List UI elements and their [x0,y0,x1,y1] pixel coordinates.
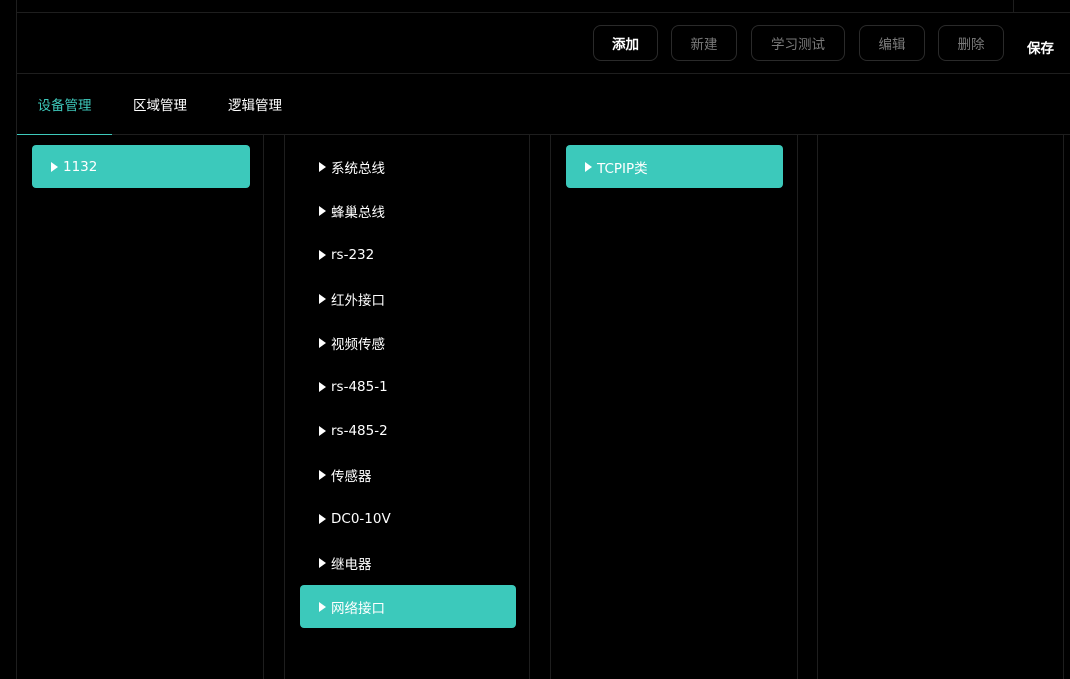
list-item-label: DC0-10V [331,510,391,527]
list-item[interactable]: 视频传感 [300,321,516,364]
list-item[interactable]: rs-485-2 [300,409,516,452]
category-column: TCPIP类 [550,135,798,679]
list-item-label: 1132 [63,158,98,175]
list-item-label: 传感器 [331,468,372,485]
list-item-label: rs-232 [331,246,375,263]
list-item-label: 红外接口 [331,292,385,309]
list-item[interactable]: rs-232 [300,233,516,276]
list-item[interactable]: 传感器 [300,453,516,496]
list-item-label: 继电器 [331,556,372,573]
caret-right-icon [319,469,326,480]
caret-right-icon [51,161,58,172]
detail-column [817,135,1064,679]
list-item-label: 蜂巢总线 [331,204,385,221]
add-button[interactable]: 添加 [593,25,658,61]
list-item[interactable]: rs-485-1 [300,365,516,408]
tab-logic-management[interactable]: 逻辑管理 [215,74,295,134]
caret-right-icon [319,557,326,568]
list-item-label: 网络接口 [331,600,385,617]
learn-test-button[interactable]: 学习测试 [751,25,845,61]
list-item[interactable]: DC0-10V [300,497,516,540]
list-item-label: rs-485-2 [331,422,388,439]
tab-area-management[interactable]: 区域管理 [120,74,200,134]
top-strip [17,0,1070,13]
tab-bar: 设备管理 区域管理 逻辑管理 [17,74,1070,135]
device-column: 1132 [16,135,264,679]
caret-right-icon [585,161,592,172]
list-item[interactable]: 继电器 [300,541,516,584]
caret-right-icon [319,205,326,216]
caret-right-icon [319,513,326,524]
list-item[interactable]: TCPIP类 [566,145,783,188]
list-item[interactable]: 系统总线 [300,145,516,188]
toolbar: 添加 新建 学习测试 编辑 删除 保存 [17,13,1070,74]
list-item-label: 系统总线 [331,160,385,177]
new-button[interactable]: 新建 [671,25,737,61]
save-button[interactable]: 保存 [1027,37,1054,57]
list-item[interactable]: 1132 [32,145,250,188]
tab-device-management[interactable]: 设备管理 [17,74,112,135]
list-item[interactable]: 红外接口 [300,277,516,320]
caret-right-icon [319,425,326,436]
list-item[interactable]: 网络接口 [300,585,516,628]
list-item-label: 视频传感 [331,336,385,353]
list-item-label: rs-485-1 [331,378,388,395]
caret-right-icon [319,249,326,260]
interface-column: 系统总线 蜂巢总线 rs-232 红外接口 视频传感 rs-485-1 rs-4… [284,135,530,679]
list-item-label: TCPIP类 [597,160,648,177]
list-item[interactable]: 蜂巢总线 [300,189,516,232]
caret-right-icon [319,293,326,304]
caret-right-icon [319,601,326,612]
caret-right-icon [319,161,326,172]
caret-right-icon [319,337,326,348]
caret-right-icon [319,381,326,392]
top-strip-separator [1013,0,1014,12]
delete-button[interactable]: 删除 [938,25,1004,61]
edit-button[interactable]: 编辑 [859,25,925,61]
